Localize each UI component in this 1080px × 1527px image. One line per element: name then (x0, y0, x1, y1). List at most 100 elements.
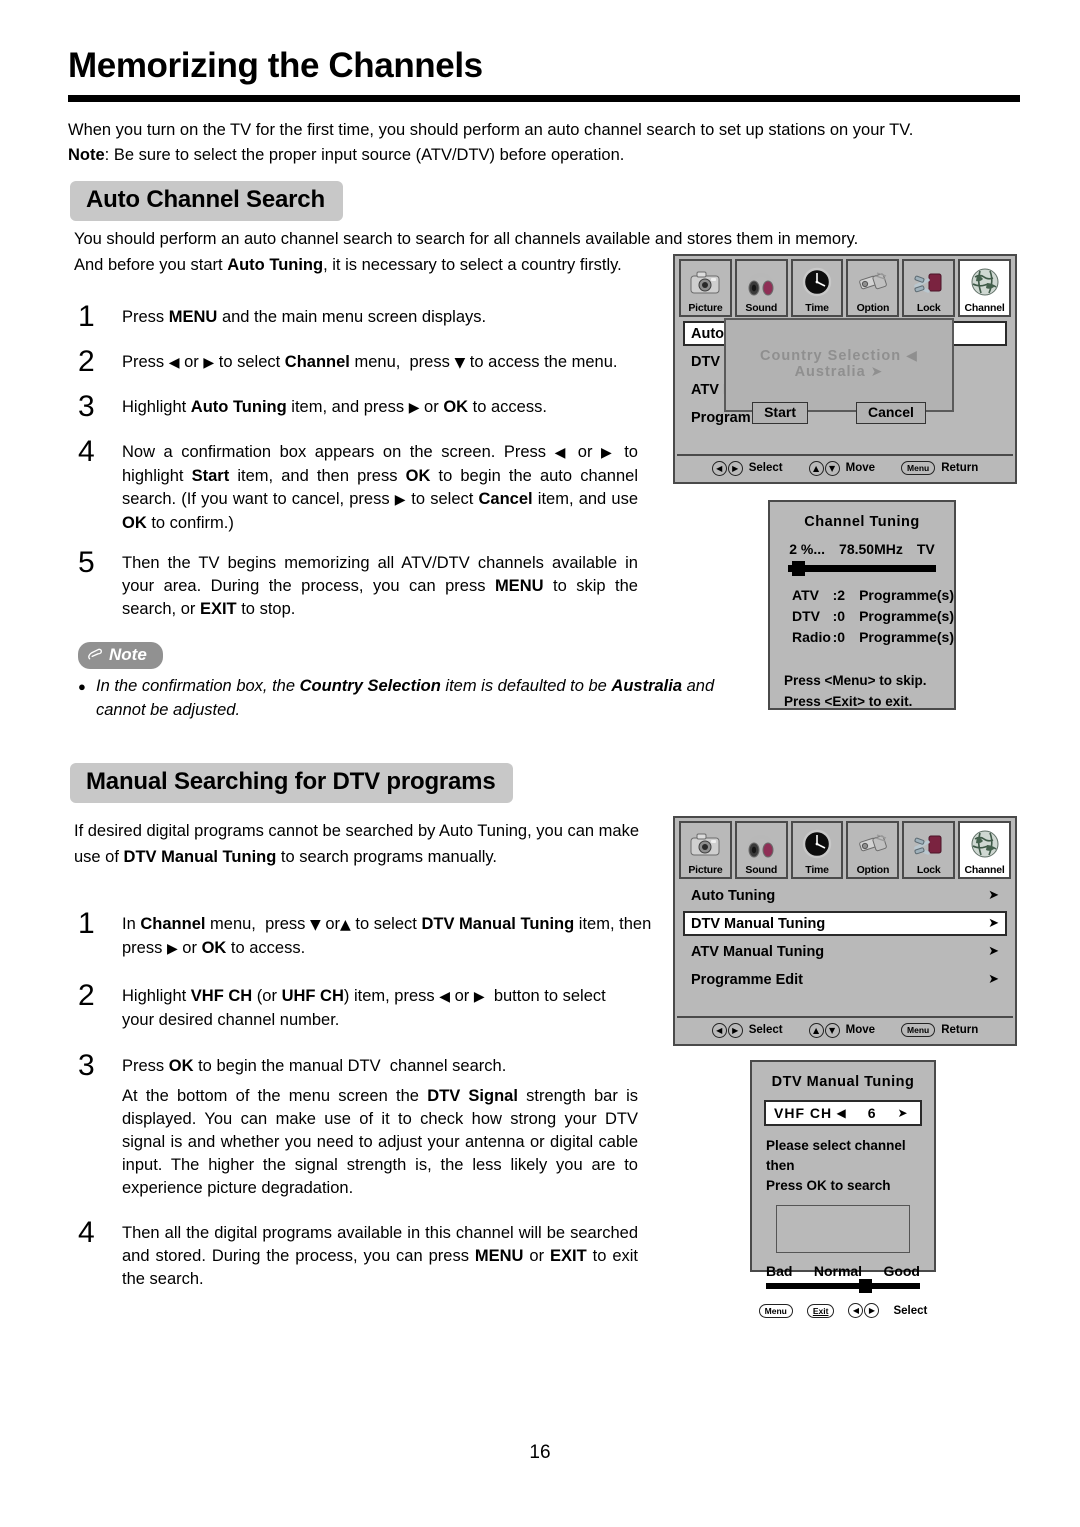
footer-return-label: Return (941, 1024, 979, 1036)
country-selection-dialog[interactable]: Country Selection ◀ Australia ➤ Start Ca… (724, 318, 954, 424)
footer-return-label: Return (941, 462, 979, 474)
signal-scale-labels: Bad Normal Good (766, 1263, 920, 1279)
padlock-icon (904, 826, 953, 862)
osd-tab-sound[interactable]: Sound (734, 821, 788, 879)
chevron-right-icon: ➤ (988, 888, 999, 903)
tuning-count: :2 (832, 587, 846, 603)
osd-channel-menu-with-dialog[interactable]: Picture Sound Time Option Lock Channel Auto T… (673, 254, 1017, 484)
auto-step-2: 2 Press ◀ or ▶ to select Channel menu, p… (78, 345, 658, 378)
footer-select-label: Select (748, 1024, 783, 1036)
dtv-signal-bar (766, 1279, 920, 1293)
manual-step-4: 4 Then all the digital programs availabl… (78, 1216, 638, 1291)
tuning-source: ATV (792, 587, 819, 603)
manual-step-3-detail: At the bottom of the menu screen the DTV… (78, 1085, 638, 1200)
tuning-frequency: 78.50MHz (839, 541, 903, 557)
osd-tab-picture[interactable]: Picture (679, 821, 732, 879)
osd-tab-time[interactable]: Time (790, 259, 844, 317)
vhf-channel-field[interactable]: VHF CH ◀ 6 ➤ (764, 1100, 922, 1126)
osd-tab-label: Time (805, 864, 829, 876)
footer-move: ▲ ▼ Move (808, 460, 876, 476)
note-body: In the confirmation box, the Country Sel… (96, 677, 715, 719)
auto-step-5: 5 Then the TV begins memorizing all ATV/… (78, 546, 638, 621)
osd-tab-option[interactable]: Option (846, 821, 900, 879)
connector-icon (848, 826, 897, 862)
country-selection-row[interactable]: Country Selection ◀ Australia ➤ (726, 348, 952, 380)
osd-tab-lock[interactable]: Lock (902, 821, 956, 879)
intro-line-1: When you turn on the TV for the first ti… (68, 121, 914, 139)
step-number: 4 (78, 435, 95, 468)
osd-channel-menu[interactable]: Picture Sound Time Option Lock Channel Auto T… (673, 816, 1017, 1046)
auto-step-1: 1 Press MENU and the main menu screen di… (78, 300, 638, 333)
exit-button-pill: Exit (806, 1303, 835, 1318)
osd-tab-picture[interactable]: Picture (679, 259, 732, 317)
step-text: Now a confirmation box appears on the sc… (122, 443, 638, 532)
osd-tab-time[interactable]: Time (790, 821, 844, 879)
country-left-arrow-icon[interactable]: ◀ (906, 348, 918, 364)
step-text: Highlight VHF CH (or UHF CH) item, press… (122, 987, 606, 1029)
osd-tab-label: Picture (688, 864, 723, 876)
step-text: In Channel menu, press ▼ or▲ to select D… (122, 915, 652, 957)
note-badge: Note (78, 642, 163, 669)
osd-tab-label: Option (856, 864, 890, 876)
vhf-left-arrow-icon[interactable]: ◀ (837, 1106, 846, 1120)
osd-tab-option[interactable]: Option (846, 259, 900, 317)
country-right-arrow-icon[interactable]: ➤ (871, 364, 884, 380)
note-badge-label: Note (109, 645, 147, 664)
osd-tab-sound[interactable]: Sound (734, 259, 788, 317)
footer-move-label: Move (845, 462, 876, 474)
auto-step-4: 4 Now a confirmation box appears on the … (78, 435, 638, 535)
osd-tab-label: Picture (688, 302, 723, 314)
cancel-button[interactable]: Cancel (855, 402, 926, 424)
osd-tab-label: Time (805, 302, 829, 314)
tuning-count-row: ATV:2 Programme(s) (792, 585, 954, 606)
page-title: Memorizing the Channels (68, 46, 483, 85)
vhf-channel-value: 6 (867, 1105, 876, 1121)
osd-menu-item-label: Auto Tuning (691, 887, 776, 904)
osd1-footer: ◀ ▶ Select ▲ ▼ Move Menu Return (677, 454, 1013, 480)
dtv-msg-line-1: Please select channel then (766, 1138, 906, 1173)
step-text: Highlight Auto Tuning item, and press ▶ … (122, 398, 547, 416)
auto-lead-2a: And before you start (74, 256, 228, 274)
osd-menu-item-programme-edit[interactable]: Programme Edit ➤ (683, 967, 1007, 992)
footer-select-label: Select (748, 462, 783, 474)
osd-tab-channel[interactable]: Channel (958, 821, 1011, 879)
vhf-stepper[interactable]: ◀ 6 ➤ (832, 1105, 912, 1121)
pencil-icon (87, 648, 104, 663)
osd-tab-lock[interactable]: Lock (902, 259, 956, 317)
osd-menu-item-auto-tuning[interactable]: Auto Tuning ➤ (683, 883, 1007, 908)
scale-good-label: Good (883, 1263, 920, 1279)
tuning-count-row: Radio:0 Programme(s) (792, 627, 954, 648)
footer-return: Menu Return (901, 461, 978, 475)
osd1-tab-bar[interactable]: Picture Sound Time Option Lock Channel (675, 256, 1015, 317)
osd-menu-item-dtv-manual-tuning[interactable]: DTV Manual Tuning ➤ (683, 911, 1007, 936)
footer-return: Menu Return (901, 1023, 978, 1037)
tuning-count-row: DTV:0 Programme(s) (792, 606, 954, 627)
osd2-tab-bar[interactable]: Picture Sound Time Option Lock Channel (675, 818, 1015, 879)
padlock-icon (904, 264, 953, 300)
chevron-right-icon: ➤ (988, 972, 999, 987)
osd-menu-item-label: DTV Manual Tuning (691, 915, 826, 932)
dialog-buttons[interactable]: Start Cancel (726, 402, 952, 424)
headphones-icon (737, 826, 786, 862)
tuning-progress-bar (788, 561, 936, 576)
tuning-hint-2: Press <Exit> to exit. (784, 694, 913, 709)
tuning-source: DTV (792, 608, 820, 624)
dtv-manual-tuning-box[interactable]: DTV Manual Tuning VHF CH ◀ 6 ➤ Please se… (750, 1060, 936, 1318)
menu-button-pill: Menu (901, 461, 936, 475)
note-bullet: ● (78, 679, 86, 694)
chevron-right-icon: ➤ (988, 944, 999, 959)
dtv-dialog-footer: Menu Exit ◀ ▶ Select (752, 1303, 934, 1318)
start-button[interactable]: Start (752, 402, 808, 424)
osd2-menu-list[interactable]: Auto Tuning ➤ DTV Manual Tuning ➤ ATV Manual… (675, 879, 1015, 992)
osd-tab-label: Channel (964, 864, 1005, 876)
step-text: At the bottom of the menu screen the DTV… (122, 1087, 638, 1197)
left-right-button-icon: ◀ ▶ (711, 1022, 743, 1038)
manual-lead-2a: use of (74, 848, 124, 866)
clock-icon (793, 826, 842, 862)
scale-bad-label: Bad (766, 1263, 793, 1279)
step-number: 1 (78, 300, 95, 333)
osd-menu-item-label: ATV Manual Tuning (691, 943, 825, 960)
vhf-right-arrow-icon[interactable]: ➤ (898, 1106, 908, 1120)
osd-menu-item-atv-manual-tuning[interactable]: ATV Manual Tuning ➤ (683, 939, 1007, 964)
osd-tab-channel[interactable]: Channel (958, 259, 1011, 317)
